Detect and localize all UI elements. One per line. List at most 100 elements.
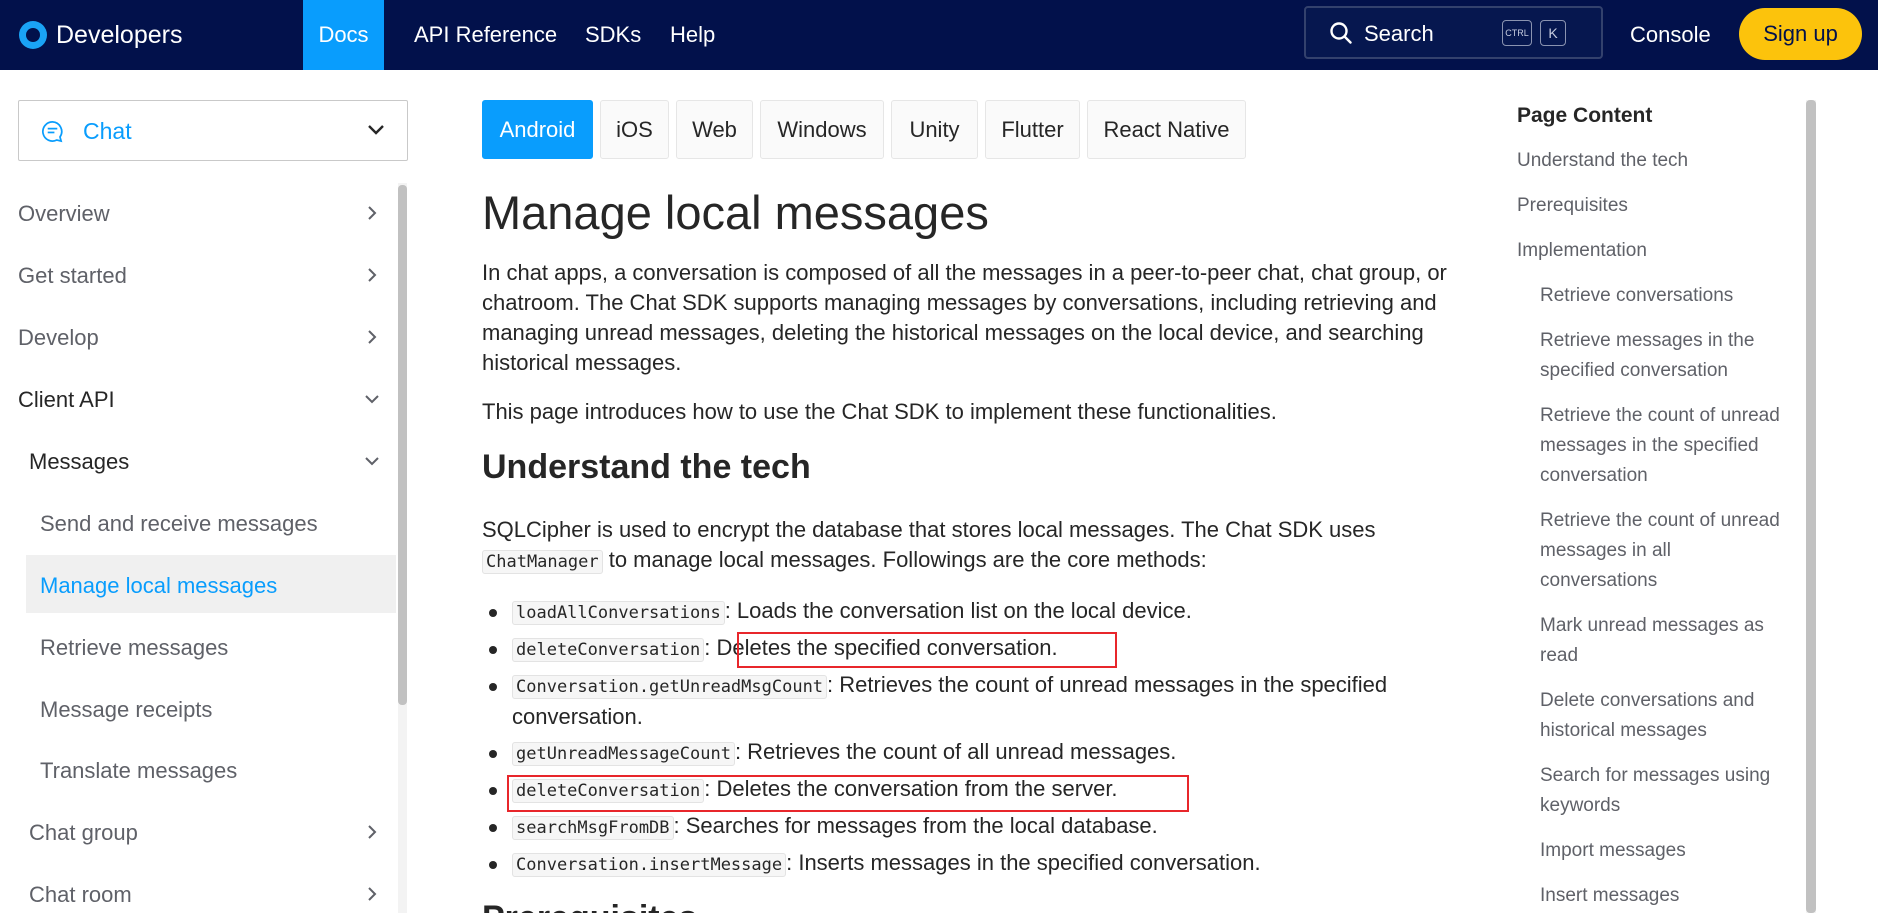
product-label: Chat xyxy=(83,118,132,144)
tab-react-native[interactable]: React Native xyxy=(1087,100,1246,159)
nav-sdks[interactable]: SDKs xyxy=(585,0,641,70)
brand-name: Developers xyxy=(56,20,183,49)
sidebar-item-client-api[interactable]: Client API xyxy=(18,387,115,413)
tech-paragraph: SQLCipher is used to encrypt the databas… xyxy=(482,515,1462,577)
search-icon xyxy=(1330,22,1352,44)
tab-flutter[interactable]: Flutter xyxy=(985,100,1080,159)
inline-code: deleteConversation xyxy=(512,638,705,662)
chevron-right-icon[interactable] xyxy=(365,330,379,344)
sidebar-item-message-receipts[interactable]: Message receipts xyxy=(40,697,212,723)
toc-item[interactable]: specified conversation xyxy=(1540,356,1728,386)
page-title: Manage local messages xyxy=(482,186,989,239)
chevron-right-icon[interactable] xyxy=(365,825,379,839)
intro-line: In chat apps, a conversation is composed… xyxy=(482,260,1447,285)
search-label: Search xyxy=(1364,21,1434,46)
chevron-right-icon[interactable] xyxy=(365,268,379,282)
sidebar-item-overview[interactable]: Overview xyxy=(18,201,110,227)
toc-item[interactable]: messages in all xyxy=(1540,536,1671,566)
inline-code: Conversation.getUnreadMsgCount xyxy=(512,675,828,699)
toc-item[interactable]: Prerequisites xyxy=(1517,191,1628,221)
toc-item[interactable]: Mark unread messages as xyxy=(1540,611,1764,641)
top-nav: Developers Docs API Reference SDKs Help … xyxy=(0,0,1878,70)
list-item-text: : Inserts messages in the specified conv… xyxy=(786,850,1261,875)
intro-paragraph-2: This page introduces how to use the Chat… xyxy=(482,399,1277,424)
tab-android[interactable]: Android xyxy=(482,100,593,159)
inline-code: searchMsgFromDB xyxy=(512,816,674,840)
tab-ios[interactable]: iOS xyxy=(600,100,669,159)
sidebar-item-manage-local-messages[interactable]: Manage local messages xyxy=(40,573,277,599)
toc-item[interactable]: historical messages xyxy=(1540,716,1707,746)
chat-icon xyxy=(42,121,63,143)
list-item: Conversation.insertMessage: Inserts mess… xyxy=(482,848,1462,885)
sidebar-item-get-started[interactable]: Get started xyxy=(18,263,127,289)
sidebar-item-develop[interactable]: Develop xyxy=(18,325,99,351)
brand-logo[interactable]: Developers xyxy=(19,17,182,53)
signup-button[interactable]: Sign up xyxy=(1739,8,1862,60)
intro-line: managing unread messages, deleting the h… xyxy=(482,320,1424,345)
list-item-text: : Retrieves the count of unread messages… xyxy=(827,672,1388,697)
sidebar-item-send-receive[interactable]: Send and receive messages xyxy=(40,511,318,537)
tech-line-2: ChatManager to manage local messages. Fo… xyxy=(482,545,1462,577)
chevron-down-icon[interactable] xyxy=(365,392,379,406)
chevron-down-icon[interactable] xyxy=(365,454,379,468)
list-item: getUnreadMessageCount: Retrieves the cou… xyxy=(482,737,1462,774)
console-link[interactable]: Console xyxy=(1630,0,1711,70)
kbd-ctrl: CTRL xyxy=(1502,20,1532,46)
tab-web[interactable]: Web xyxy=(676,100,753,159)
search-button[interactable]: Search CTRL K xyxy=(1304,6,1603,59)
toc-item[interactable]: Delete conversations and xyxy=(1540,686,1754,716)
sidebar-item-chat-group[interactable]: Chat group xyxy=(29,820,138,846)
chevron-down-icon xyxy=(368,125,384,135)
sidebar-item-retrieve-messages[interactable]: Retrieve messages xyxy=(40,635,228,661)
highlight-box xyxy=(737,632,1117,668)
list-item-text: conversation. xyxy=(512,704,643,729)
nav-docs[interactable]: Docs xyxy=(303,0,384,70)
inline-code: Conversation.insertMessage xyxy=(512,853,787,877)
list-item-text: : Loads the conversation list on the loc… xyxy=(724,598,1192,623)
toc-item[interactable]: Retrieve conversations xyxy=(1540,281,1733,311)
tab-windows[interactable]: Windows xyxy=(760,100,884,159)
tab-unity[interactable]: Unity xyxy=(891,100,978,159)
toc-title: Page Content xyxy=(1517,104,1653,127)
toc-item[interactable]: messages in the specified xyxy=(1540,431,1759,461)
product-select[interactable]: Chat xyxy=(18,100,408,161)
sidebar-item-translate-messages[interactable]: Translate messages xyxy=(40,758,237,784)
section-heading: Understand the tech xyxy=(482,448,811,486)
toc-scrollbar-thumb[interactable] xyxy=(1806,100,1816,913)
brand-icon xyxy=(19,21,47,49)
toc-item[interactable]: Retrieve messages in the xyxy=(1540,326,1754,356)
intro-line: historical messages. xyxy=(482,350,682,375)
sidebar-item-chat-room[interactable]: Chat room xyxy=(29,882,132,908)
highlight-box xyxy=(507,775,1189,812)
tech-line-text: to manage local messages. Followings are… xyxy=(602,547,1207,572)
toc-item[interactable]: Import messages xyxy=(1540,836,1686,866)
list-item: Conversation.getUnreadMsgCount: Retrieve… xyxy=(482,670,1462,737)
toc-item[interactable]: conversation xyxy=(1540,461,1648,491)
toc-item[interactable]: Insert messages xyxy=(1540,881,1679,911)
list-item-text: : Retrieves the count of all unread mess… xyxy=(734,739,1177,764)
intro-line: chatroom. The Chat SDK supports managing… xyxy=(482,290,1437,315)
toc-item[interactable]: read xyxy=(1540,641,1578,671)
inline-code: getUnreadMessageCount xyxy=(512,742,735,766)
toc-item[interactable]: Understand the tech xyxy=(1517,146,1688,176)
sidebar-item-messages[interactable]: Messages xyxy=(29,449,129,475)
toc-item[interactable]: Retrieve the count of unread xyxy=(1540,401,1780,431)
toc-item[interactable]: Retrieve the count of unread xyxy=(1540,506,1780,536)
inline-code: ChatManager xyxy=(482,550,603,574)
toc-item[interactable]: Search for messages using xyxy=(1540,761,1770,791)
list-item: loadAllConversations: Loads the conversa… xyxy=(482,596,1462,633)
toc-item[interactable]: keywords xyxy=(1540,791,1620,821)
list-item: searchMsgFromDB: Searches for messages f… xyxy=(482,811,1462,848)
toc-item[interactable]: conversations xyxy=(1540,566,1657,596)
intro-paragraph: In chat apps, a conversation is composed… xyxy=(482,258,1462,378)
inline-code: loadAllConversations xyxy=(512,601,725,625)
nav-api-reference[interactable]: API Reference xyxy=(414,0,557,70)
list-item-text: : Searches for messages from the local d… xyxy=(673,813,1158,838)
toc-item[interactable]: Implementation xyxy=(1517,236,1647,266)
tech-line: SQLCipher is used to encrypt the databas… xyxy=(482,517,1376,542)
kbd-k: K xyxy=(1540,20,1566,46)
chevron-right-icon[interactable] xyxy=(365,887,379,901)
nav-help[interactable]: Help xyxy=(670,0,715,70)
sidebar-scrollbar-thumb[interactable] xyxy=(398,185,407,705)
chevron-right-icon[interactable] xyxy=(365,206,379,220)
